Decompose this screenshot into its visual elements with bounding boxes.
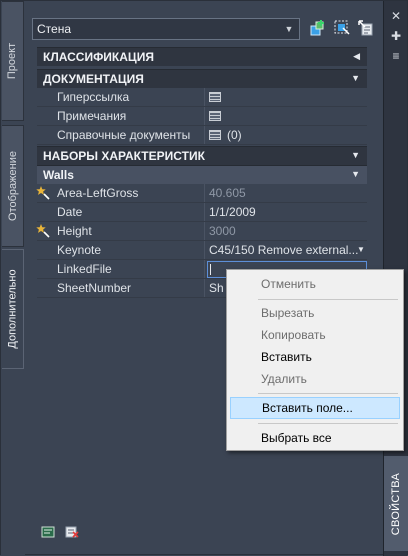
- row-name: LinkedFile: [53, 260, 205, 278]
- edit-property-sets-icon[interactable]: [41, 526, 55, 538]
- row-value[interactable]: [205, 88, 367, 106]
- object-type-select[interactable]: Стена ▼: [32, 18, 300, 40]
- chevron-down-icon[interactable]: ▼: [355, 244, 367, 256]
- menu-item-paste[interactable]: Вставить: [230, 346, 400, 368]
- chevron-down-icon: ▼: [351, 169, 360, 179]
- row-name: Справочные документы: [53, 126, 205, 144]
- add-to-selection-icon[interactable]: [309, 19, 327, 37]
- object-type-value: Стена: [37, 22, 72, 36]
- palette-title[interactable]: СВОЙСТВА: [384, 456, 408, 551]
- row-gutter: [37, 88, 53, 106]
- documents-icon[interactable]: [209, 130, 221, 140]
- row-value[interactable]: [205, 107, 367, 125]
- row-value: 3000: [209, 224, 236, 238]
- tab-project[interactable]: Проект: [2, 1, 24, 121]
- row-area-leftgross[interactable]: Area-LeftGross 40.605: [36, 184, 367, 203]
- automatic-property-icon: [36, 186, 50, 200]
- row-value[interactable]: C45/150 Remove external... ▼: [205, 241, 367, 259]
- row-name: Keynote: [53, 241, 205, 259]
- row-gutter: [37, 203, 53, 221]
- row-name: Примечания: [53, 107, 205, 125]
- notes-icon[interactable]: [209, 111, 221, 121]
- row-reference-docs[interactable]: Справочные документы (0): [37, 126, 367, 145]
- section-classification-title: КЛАССИФИКАЦИЯ: [43, 50, 154, 64]
- row-name: Date: [53, 203, 205, 221]
- section-documentation-title: ДОКУМЕНТАЦИЯ: [43, 72, 144, 86]
- row-gutter: [37, 260, 53, 278]
- section-walls-title: Walls: [43, 168, 74, 182]
- left-tab-strip: Проект Отображение Дополнительно: [1, 1, 25, 556]
- tab-project-label: Проект: [6, 42, 19, 80]
- tab-display-label: Отображение: [6, 151, 19, 221]
- row-gutter: [36, 184, 53, 202]
- section-documentation[interactable]: ДОКУМЕНТАЦИЯ ▼: [37, 69, 367, 88]
- pin-icon[interactable]: ✚: [388, 29, 404, 43]
- row-height[interactable]: Height 3000: [36, 222, 367, 241]
- section-walls[interactable]: Walls ▼: [37, 165, 367, 184]
- row-value: 40.605: [209, 186, 246, 200]
- tab-extended[interactable]: Дополнительно: [2, 249, 24, 369]
- properties-palette: Проект Отображение Дополнительно ✕ ✚ ≡ С…: [0, 0, 408, 556]
- select-objects-icon[interactable]: [357, 19, 375, 37]
- menu-item-insert-field[interactable]: Вставить поле...: [230, 397, 400, 419]
- row-gutter: [37, 279, 53, 297]
- row-value[interactable]: 1/1/2009: [205, 203, 367, 221]
- row-name: SheetNumber: [53, 279, 205, 297]
- menu-item-cut[interactable]: Вырезать: [230, 302, 400, 324]
- tab-extended-label: Дополнительно: [6, 269, 19, 349]
- context-menu: Отменить Вырезать Копировать Вставить Уд…: [226, 269, 404, 451]
- tab-display[interactable]: Отображение: [2, 125, 24, 247]
- row-name: Area-LeftGross: [53, 184, 205, 202]
- menu-item-select-all[interactable]: Выбрать все: [230, 427, 400, 449]
- row-value[interactable]: (0): [205, 126, 367, 144]
- row-name: Height: [53, 222, 205, 240]
- menu-item-undo[interactable]: Отменить: [230, 273, 400, 295]
- row-gutter: [37, 241, 53, 259]
- row-keynote[interactable]: Keynote C45/150 Remove external... ▼: [37, 241, 367, 260]
- chevron-down-icon: ▼: [284, 24, 294, 34]
- menu-separator: [258, 299, 398, 300]
- palette-title-label: СВОЙСТВА: [390, 472, 403, 535]
- hyperlink-icon[interactable]: [209, 92, 221, 102]
- section-classification[interactable]: КЛАССИФИКАЦИЯ ◀: [37, 47, 367, 66]
- row-notes[interactable]: Примечания: [37, 107, 367, 126]
- row-gutter: [37, 107, 53, 125]
- menu-item-copy[interactable]: Копировать: [230, 324, 400, 346]
- remove-property-sets-icon[interactable]: [65, 526, 79, 538]
- text-cursor: [210, 263, 211, 275]
- chevron-down-icon: ▼: [351, 73, 360, 83]
- close-icon[interactable]: ✕: [388, 9, 404, 23]
- chevron-down-icon: ▼: [351, 150, 360, 160]
- row-hyperlink[interactable]: Гиперссылка: [37, 88, 367, 107]
- reference-docs-count: (0): [227, 128, 242, 142]
- menu-separator: [258, 393, 398, 394]
- property-grid: КЛАССИФИКАЦИЯ ◀ ДОКУМЕНТАЦИЯ ▼ Гиперссыл…: [36, 47, 367, 298]
- chevron-left-icon: ◀: [353, 51, 360, 61]
- row-gutter: [37, 126, 53, 144]
- section-property-sets-title: НАБОРЫ ХАРАКТЕРИСТИК: [43, 149, 205, 163]
- section-property-sets[interactable]: НАБОРЫ ХАРАКТЕРИСТИК ▼: [37, 146, 367, 165]
- menu-item-delete[interactable]: Удалить: [230, 368, 400, 390]
- row-date[interactable]: Date 1/1/2009: [37, 203, 367, 222]
- row-name: Гиперссылка: [53, 88, 205, 106]
- menu-icon[interactable]: ≡: [388, 49, 404, 63]
- quick-select-icon[interactable]: [333, 19, 351, 37]
- automatic-property-icon: [36, 224, 50, 238]
- keynote-value: C45/150 Remove external...: [209, 243, 359, 257]
- row-gutter: [36, 222, 53, 240]
- menu-separator: [258, 423, 398, 424]
